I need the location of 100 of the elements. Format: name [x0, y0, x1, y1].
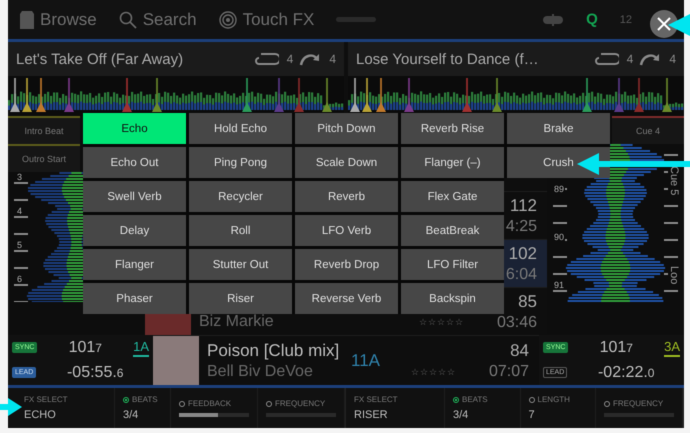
- bpm-readout: 1017: [598, 338, 634, 356]
- effect-button[interactable]: BeatBreak: [401, 215, 504, 246]
- effect-button[interactable]: Roll: [189, 215, 292, 246]
- effect-button[interactable]: Flanger: [83, 249, 186, 280]
- drag-handle[interactable]: [336, 17, 376, 22]
- effect-button[interactable]: Delay: [83, 215, 186, 246]
- rating-star[interactable]: ☆: [455, 317, 463, 327]
- album-art: [153, 336, 199, 385]
- radio-button[interactable]: [528, 396, 534, 402]
- param-label: FREQUENCY: [613, 399, 664, 408]
- search-icon: [118, 10, 137, 28]
- radio-button[interactable]: [266, 400, 272, 406]
- effect-button[interactable]: Swell Verb: [83, 181, 186, 212]
- cue-button[interactable]: Outro Start: [8, 144, 80, 172]
- effect-button[interactable]: Recycler: [189, 181, 292, 212]
- rating-star[interactable]: ☆: [428, 317, 436, 327]
- bpm-value: 112: [510, 196, 537, 216]
- rating-star[interactable]: ☆: [437, 317, 445, 327]
- radio-button[interactable]: [179, 400, 185, 406]
- rating-star[interactable]: ☆: [438, 367, 446, 377]
- effect-button[interactable]: LFO Verb: [295, 215, 398, 246]
- rating-star[interactable]: ☆: [447, 367, 455, 377]
- jump-length: 4: [669, 52, 676, 66]
- effect-button[interactable]: LFO Filter: [401, 249, 504, 280]
- folder-icon: [20, 10, 34, 28]
- effect-button[interactable]: Echo: [83, 113, 186, 144]
- loop-length: 4: [626, 52, 634, 66]
- radio-button[interactable]: [123, 396, 129, 402]
- curved-arrow-icon: [299, 52, 322, 66]
- rating-star[interactable]: ☆: [411, 367, 419, 377]
- fx-name[interactable]: RISER: [354, 409, 436, 421]
- cue-button[interactable]: Cue 4: [612, 116, 684, 144]
- beat-number: 6: [16, 274, 24, 284]
- param-label: BEATS: [462, 395, 488, 404]
- param-label: FREQUENCY: [275, 399, 326, 408]
- rating-star[interactable]: ☆: [420, 367, 428, 377]
- effect-button[interactable]: Stutter Out: [189, 249, 292, 280]
- rating-star[interactable]: ☆: [446, 317, 454, 327]
- param-label: LENGTH: [538, 395, 570, 404]
- effect-button[interactable]: Scale Down: [295, 147, 398, 178]
- search-tab[interactable]: Search: [118, 10, 197, 30]
- param-slider[interactable]: [179, 413, 249, 417]
- effect-button[interactable]: Flanger (–): [401, 147, 504, 178]
- key-label: 1A: [133, 338, 149, 356]
- track-duration: 07:07: [488, 362, 529, 380]
- key-label: 3A: [664, 338, 680, 356]
- effect-button[interactable]: Backspin: [401, 283, 504, 314]
- cue-button[interactable]: Intro Beat: [8, 116, 80, 144]
- fx-select-label: FX SELECT: [354, 395, 399, 404]
- track-duration: 6:04: [506, 266, 537, 284]
- radio-button[interactable]: [604, 400, 610, 406]
- touch-fx-tab[interactable]: Touch FX: [218, 10, 314, 30]
- close-icon: [657, 17, 671, 31]
- track-key: 11A: [351, 336, 411, 385]
- param-value: 3/4: [123, 409, 140, 421]
- cue-label: Loo: [668, 264, 680, 286]
- effect-button[interactable]: Phaser: [83, 283, 186, 314]
- clock: 12: [620, 14, 632, 26]
- track-duration: 4:25: [506, 218, 537, 236]
- param-label: FEEDBACK: [188, 399, 232, 408]
- track-duration: 03:46: [496, 314, 537, 332]
- effect-button[interactable]: Reverse Verb: [295, 283, 398, 314]
- artist-name: Bell Biv DeVoe: [207, 362, 314, 380]
- time-remaining: -02:22.0: [596, 364, 656, 382]
- fx-name[interactable]: ECHO: [24, 409, 106, 421]
- beat-number: 5: [16, 240, 24, 250]
- bpm-value: 84: [510, 340, 529, 360]
- loop-icon: [594, 52, 619, 66]
- rating-star[interactable]: ☆: [429, 367, 437, 377]
- browse-tab[interactable]: Browse: [20, 10, 97, 30]
- effect-button[interactable]: Hold Echo: [189, 113, 292, 144]
- effect-button[interactable]: Reverb Rise: [401, 113, 504, 144]
- effect-button[interactable]: Ping Pong: [189, 147, 292, 178]
- pointer-arrow: [668, 14, 690, 36]
- effect-button[interactable]: Reverb: [295, 181, 398, 212]
- effect-button[interactable]: Reverb Drop: [295, 249, 398, 280]
- effect-button[interactable]: Flex Gate: [401, 181, 504, 212]
- radio-button[interactable]: [453, 396, 459, 402]
- curved-arrow-icon: [639, 52, 662, 66]
- fx-icon: [542, 14, 564, 26]
- target-icon: [218, 10, 237, 28]
- bpm-value: 102: [508, 244, 537, 264]
- track-title: Poison [Club mix]: [207, 340, 340, 360]
- track-title: Lose Yourself to Dance (f…: [356, 50, 540, 68]
- effect-button[interactable]: Riser: [189, 283, 292, 314]
- cue-label: Cue 5: [668, 164, 680, 198]
- track-title: Let's Take Off (Far Away): [16, 50, 184, 68]
- beat-number: 3: [16, 172, 24, 182]
- param-label: BEATS: [132, 395, 158, 404]
- effect-button[interactable]: Brake: [507, 113, 610, 144]
- fx-select-label: FX SELECT: [24, 395, 69, 404]
- rating-star[interactable]: ☆: [419, 317, 427, 327]
- quantize-indicator[interactable]: Q: [586, 11, 598, 28]
- jump-length: 4: [329, 52, 336, 66]
- loop-length: 4: [286, 52, 294, 66]
- effect-button[interactable]: Echo Out: [83, 147, 186, 178]
- artist-name: Biz Markie: [199, 313, 275, 331]
- effect-button[interactable]: Crush: [507, 147, 610, 178]
- pointer-arrow: [0, 398, 22, 416]
- effect-button[interactable]: Pitch Down: [295, 113, 398, 144]
